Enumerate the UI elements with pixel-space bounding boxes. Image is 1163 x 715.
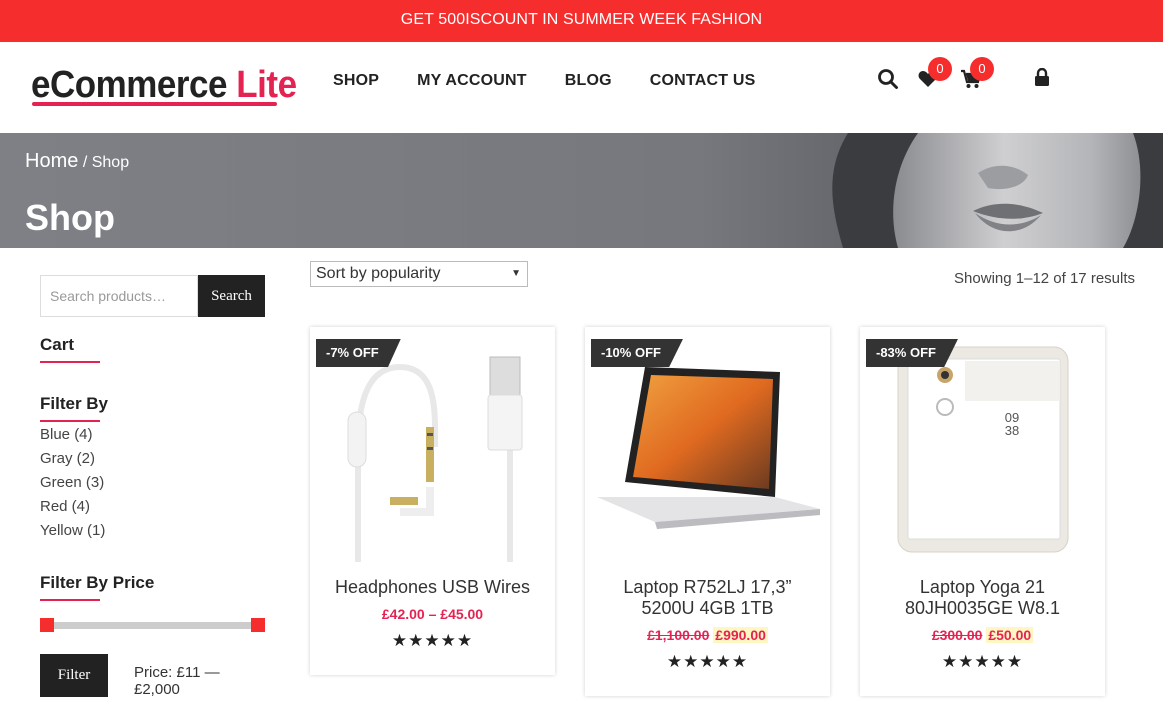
sale-badge: -7% OFF [316,339,401,367]
product-name-link[interactable]: Laptop Yoga 21 80JH0035GE W8.1 [860,577,1105,619]
old-price: £300.00 [931,627,983,643]
divider [40,420,100,422]
product-image-headphones[interactable] [310,337,555,567]
price-slider-track[interactable] [46,622,259,629]
nav-contact-us[interactable]: CONTACT US [650,72,756,90]
product-card[interactable]: -10% OFF Laptop R752LJ 17,3” 5200U 4GB 1… [585,327,830,696]
cart-count-badge: 0 [970,57,994,81]
breadcrumb-home-link[interactable]: Home [25,150,78,172]
main-nav: SHOP MY ACCOUNT BLOG CONTACT US [333,72,793,90]
product-name-link[interactable]: Laptop R752LJ 17,3” 5200U 4GB 1TB [585,577,830,619]
product-name-line-2: 80JH0035GE W8.1 [904,598,1061,618]
filter-yellow[interactable]: Yellow (1) [40,520,105,544]
site-logo[interactable]: eCommerce Lite [31,64,297,107]
sale-price: £990.00 [713,627,768,643]
nav-my-account[interactable]: MY ACCOUNT [417,72,527,90]
product-name-line-1: Laptop R752LJ 17,3” [623,577,792,597]
price-filter-title: Filter By Price [40,573,155,592]
lock-icon[interactable] [1034,67,1050,91]
divider [40,599,100,601]
product-name-line-1: Laptop Yoga 21 [919,577,1046,597]
results-count: Showing 1–12 of 17 results [954,270,1135,287]
sort-selected-value: Sort by popularity [316,265,441,282]
star-rating: ★★★★★ [666,652,749,671]
nav-blog[interactable]: BLOG [565,72,612,90]
product-image-laptop[interactable] [585,337,830,567]
site-header: eCommerce Lite SHOP MY ACCOUNT BLOG CONT… [0,42,1163,133]
logo-text-accent: Lite [236,64,297,106]
product-name-link[interactable]: Headphones USB Wires [310,577,555,598]
phone-clock-minute: 38 [1005,423,1019,438]
color-filter-list: Blue (4) Gray (2) Green (3) Red (4) Yell… [40,424,105,544]
product-price: £300.00 £50.00 [860,627,1105,643]
filter-red[interactable]: Red (4) [40,496,105,520]
breadcrumb: Home / Shop [25,150,129,173]
hero-face-image [832,133,1163,248]
logo-text: eCommerce [31,64,228,106]
chevron-down-icon: ▼ [511,268,521,279]
old-price: £1,100.00 [647,627,710,643]
price-range-label: Price: £11 — £2,000 [134,664,220,698]
star-rating: ★★★★★ [391,631,474,650]
product-image-phone[interactable]: 09 38 [860,337,1105,567]
product-price: £42.00 – £45.00 [381,606,484,622]
filter-button[interactable]: Filter [40,654,108,697]
wishlist-count-badge: 0 [928,57,952,81]
sale-badge: -83% OFF [866,339,958,367]
cart-widget-title: Cart [40,335,75,354]
filter-blue[interactable]: Blue (4) [40,424,105,448]
filter-gray[interactable]: Gray (2) [40,448,105,472]
promo-text: GET 500ISCOUNT IN SUMMER WEEK FASHION [400,11,763,28]
filter-widget-title: Filter By [40,394,109,413]
breadcrumb-separator: / [82,154,88,171]
product-card[interactable]: -7% OFF Headphones USB Wires £42.00 – £4… [310,327,555,675]
star-rating: ★★★★★ [941,652,1024,671]
sort-select[interactable]: Sort by popularity ▼ [310,261,528,287]
price-slider-min-handle[interactable] [40,618,54,632]
product-name-line-2: 5200U 4GB 1TB [641,598,774,618]
breadcrumb-current: Shop [91,154,130,171]
filter-green[interactable]: Green (3) [40,472,105,496]
search-icon[interactable] [877,68,899,95]
page-title: Shop [25,197,115,238]
divider [40,361,100,363]
price-slider-max-handle[interactable] [251,618,265,632]
search-button[interactable]: Search [198,275,265,317]
page-hero: Home / Shop Shop [0,133,1163,248]
nav-shop[interactable]: SHOP [333,72,379,90]
logo-underline [32,102,277,106]
product-name: Headphones USB Wires [334,577,531,597]
product-card[interactable]: 09 38 -83% OFF Laptop Yoga 21 80JH0035GE… [860,327,1105,696]
sale-price: £50.00 [986,627,1034,643]
product-price: £1,100.00 £990.00 [585,627,830,643]
promo-bar: GET 500ISCOUNT IN SUMMER WEEK FASHION [0,0,1163,42]
search-input[interactable]: Search products… [40,275,198,317]
sale-badge: -10% OFF [591,339,683,367]
